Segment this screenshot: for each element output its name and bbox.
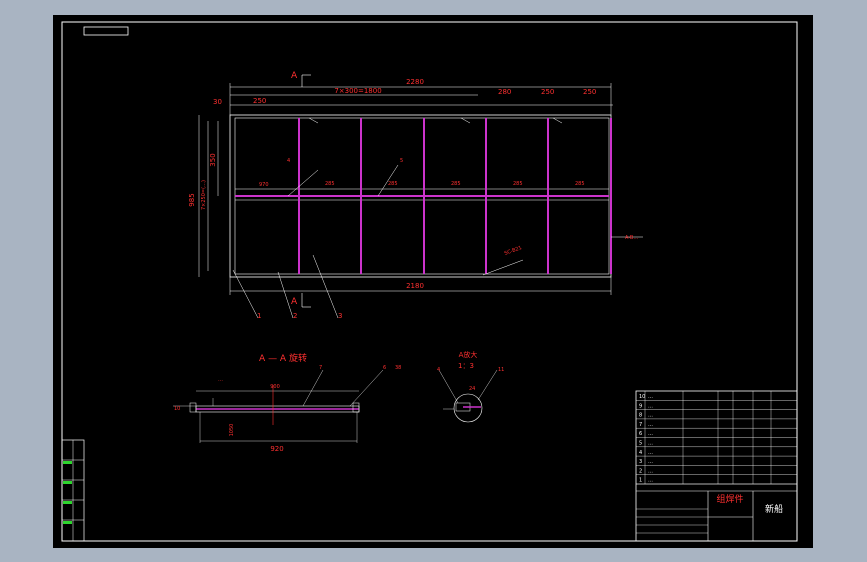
detail-callout-4: 4 bbox=[437, 367, 440, 373]
parts-row-name: … bbox=[648, 413, 653, 419]
dim-overall-width: 2280 bbox=[406, 78, 424, 86]
parts-row-name: … bbox=[648, 468, 653, 474]
bay-label-1: 970 bbox=[259, 182, 269, 188]
section-callout-38: 38 bbox=[395, 365, 401, 371]
parts-row-number: 4 bbox=[639, 450, 642, 456]
dim-right-bay-3: 250 bbox=[583, 88, 596, 96]
parts-row-name: … bbox=[648, 450, 653, 456]
parts-row-name: … bbox=[648, 441, 653, 447]
section-dim-center: 900 bbox=[270, 384, 280, 390]
drawing-canvas: A 2280 7×300=1800 30 250 280 250 250 985… bbox=[53, 15, 813, 548]
parts-row-number: 9 bbox=[639, 403, 642, 409]
section-callout-6: 6 bbox=[383, 365, 386, 371]
dim-right-bay-2: 250 bbox=[541, 88, 554, 96]
title-block: 10 …9 …8 …7 …6 …5 …4 …3 …2 …1… 组焊件 新船 bbox=[635, 390, 798, 542]
section-note-top: … bbox=[218, 377, 223, 383]
outer-frame bbox=[61, 21, 798, 542]
detail-callout-11: 11 bbox=[498, 367, 504, 373]
dim-height-inner: 7×250=(…) bbox=[201, 180, 207, 210]
callout-3: 3 bbox=[338, 312, 342, 320]
drawing-name: 组焊件 bbox=[716, 493, 743, 505]
left-revision-strip bbox=[61, 439, 85, 542]
parts-row-number: 7 bbox=[639, 422, 642, 428]
detail-callout-24: 24 bbox=[469, 386, 475, 392]
section-marker-bottom: A bbox=[291, 297, 298, 307]
bay-label-6: 285 bbox=[575, 181, 585, 187]
dim-height-half: 350 bbox=[209, 153, 217, 166]
parts-row-name: … bbox=[648, 394, 653, 400]
callout-1: 1 bbox=[257, 312, 261, 320]
drawing-number-box bbox=[83, 26, 129, 36]
parts-row-name: … bbox=[648, 459, 653, 465]
dim-height-total: 985 bbox=[188, 193, 196, 206]
diagonal-note: SC-B21 bbox=[504, 245, 523, 257]
section-callout-7: 7 bbox=[319, 365, 322, 371]
dim-left-offset: 30 bbox=[213, 98, 222, 106]
parts-row-number: 2 bbox=[639, 468, 642, 474]
detail-view-scale: 1：3 bbox=[458, 362, 474, 370]
cad-drawing: A 2280 7×300=1800 30 250 280 250 250 985… bbox=[61, 21, 798, 542]
parts-row-number: 8 bbox=[639, 413, 642, 419]
parts-row-number: 3 bbox=[639, 459, 642, 465]
callout-5: 5 bbox=[400, 158, 403, 164]
bay-label-3: 285 bbox=[388, 181, 398, 187]
detail-view: A放大 1：3 4 24 11 bbox=[437, 350, 504, 423]
dim-right-bay-1: 280 bbox=[498, 88, 511, 96]
parts-list: 10 …9 …8 …7 …6 …5 …4 …3 …2 …1… bbox=[636, 391, 797, 485]
dim-bottom-width: 2180 bbox=[406, 282, 424, 290]
callout-2: 2 bbox=[293, 312, 297, 320]
parts-row-name: … bbox=[648, 422, 653, 428]
parts-row-name: … bbox=[648, 478, 653, 484]
parts-row-number: 6 bbox=[639, 431, 642, 437]
leader-right-note: A-B… bbox=[625, 235, 638, 241]
bay-label-2: 285 bbox=[325, 181, 335, 187]
dim-first-bay: 250 bbox=[253, 97, 266, 105]
section-marker-top: A bbox=[291, 71, 298, 81]
parts-row-number: 10 bbox=[639, 394, 645, 400]
section-view: A — A 旋转 … 920 1050 900 10 7 6 38 bbox=[173, 352, 401, 453]
section-dim-width: 920 bbox=[270, 445, 283, 453]
parts-row-number: 5 bbox=[639, 441, 642, 447]
company-name: 新船 bbox=[765, 503, 783, 515]
dim-top-chain: 7×300=1800 bbox=[334, 87, 381, 95]
section-dim-height: 1050 bbox=[229, 424, 235, 437]
bay-label-4: 285 bbox=[451, 181, 461, 187]
parts-row-number: 1 bbox=[639, 478, 642, 484]
bay-label-5: 285 bbox=[513, 181, 523, 187]
parts-row-name: … bbox=[648, 431, 653, 437]
section-view-title: A — A 旋转 bbox=[259, 352, 307, 364]
main-plan-view: A 2280 7×300=1800 30 250 280 250 250 985… bbox=[188, 71, 643, 320]
callout-4: 4 bbox=[287, 158, 290, 164]
section-dim-left: 10 bbox=[174, 406, 180, 412]
detail-view-title: A放大 bbox=[459, 350, 478, 359]
parts-row-name: … bbox=[648, 403, 653, 409]
